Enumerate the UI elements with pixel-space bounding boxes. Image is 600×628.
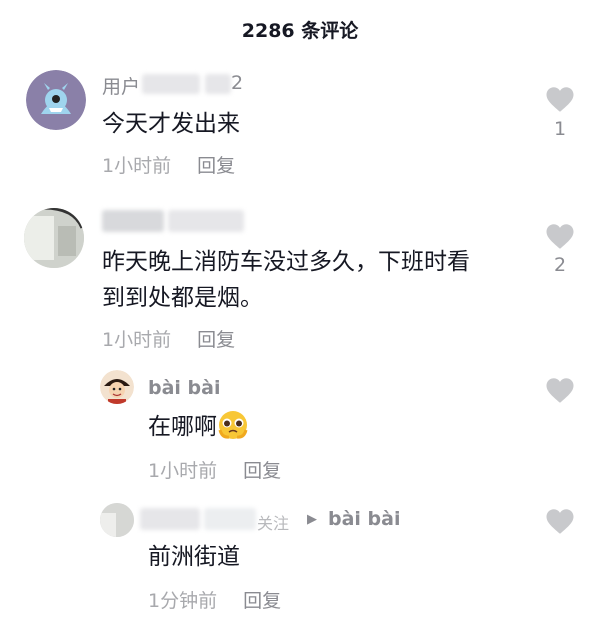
username-redaction bbox=[140, 508, 200, 530]
comment-time: 1小时前 bbox=[102, 329, 172, 351]
redacted-avatar-icon bbox=[100, 503, 134, 537]
comment-time: 1小时前 bbox=[102, 155, 172, 177]
like-count: 1 bbox=[553, 118, 567, 140]
comment-username-tail: 2 bbox=[231, 72, 244, 94]
reply-button[interactable]: 回复 bbox=[197, 155, 235, 177]
comment-meta: 1小时前 回复 bbox=[102, 325, 235, 352]
avatar[interactable] bbox=[100, 503, 134, 537]
comments-header-title: 2286 条评论 bbox=[241, 20, 359, 42]
avatar[interactable] bbox=[100, 370, 134, 404]
reply-text-row: 在哪啊 bbox=[148, 409, 249, 445]
comment-text-line: 到到处都是烟。 bbox=[102, 285, 263, 311]
avatar[interactable] bbox=[24, 208, 84, 268]
reply-username-partial: 关注 bbox=[257, 514, 290, 533]
like-count: 2 bbox=[553, 254, 567, 276]
username-redaction bbox=[142, 74, 200, 94]
reply-meta: 1小时前 回复 bbox=[148, 456, 281, 483]
heart-icon bbox=[546, 224, 574, 249]
pleading-face-icon bbox=[218, 411, 248, 439]
comment-text-line: 昨天晚上消防车没过多久，下班时看 bbox=[102, 249, 470, 275]
like-button[interactable] bbox=[545, 508, 575, 539]
comment-text: 今天才发出来 bbox=[102, 111, 240, 137]
cartoon-avatar-icon bbox=[100, 370, 134, 404]
username-redaction bbox=[168, 210, 244, 232]
username-redaction bbox=[102, 210, 164, 232]
monster-avatar-icon bbox=[26, 70, 86, 130]
username-redaction bbox=[205, 74, 231, 94]
reply-text: 在哪啊 bbox=[148, 414, 217, 440]
username-redaction bbox=[204, 508, 256, 530]
reply-username[interactable]: bài bài bbox=[148, 377, 220, 399]
reply-time: 1小时前 bbox=[148, 460, 218, 482]
heart-icon bbox=[546, 509, 574, 534]
reply-button[interactable]: 回复 bbox=[243, 460, 281, 482]
reply-meta: 1分钟前 回复 bbox=[148, 586, 281, 613]
reply-button[interactable]: 回复 bbox=[243, 590, 281, 612]
avatar[interactable] bbox=[26, 70, 86, 130]
reply-text: 前洲街道 bbox=[148, 544, 240, 570]
like-button[interactable] bbox=[545, 377, 575, 408]
heart-icon bbox=[546, 87, 574, 112]
redacted-avatar-icon bbox=[24, 208, 84, 268]
heart-icon bbox=[546, 378, 574, 403]
comment-username[interactable]: 用户 bbox=[102, 72, 140, 99]
reply-time: 1分钟前 bbox=[148, 590, 218, 612]
comment-meta: 1小时前 回复 bbox=[102, 151, 235, 178]
like-button[interactable] bbox=[545, 223, 575, 254]
reply-button[interactable]: 回复 bbox=[197, 329, 235, 351]
reply-to-username[interactable]: bài bài bbox=[328, 508, 400, 530]
reply-arrow-icon: ▶ bbox=[307, 512, 317, 527]
like-button[interactable] bbox=[545, 86, 575, 117]
